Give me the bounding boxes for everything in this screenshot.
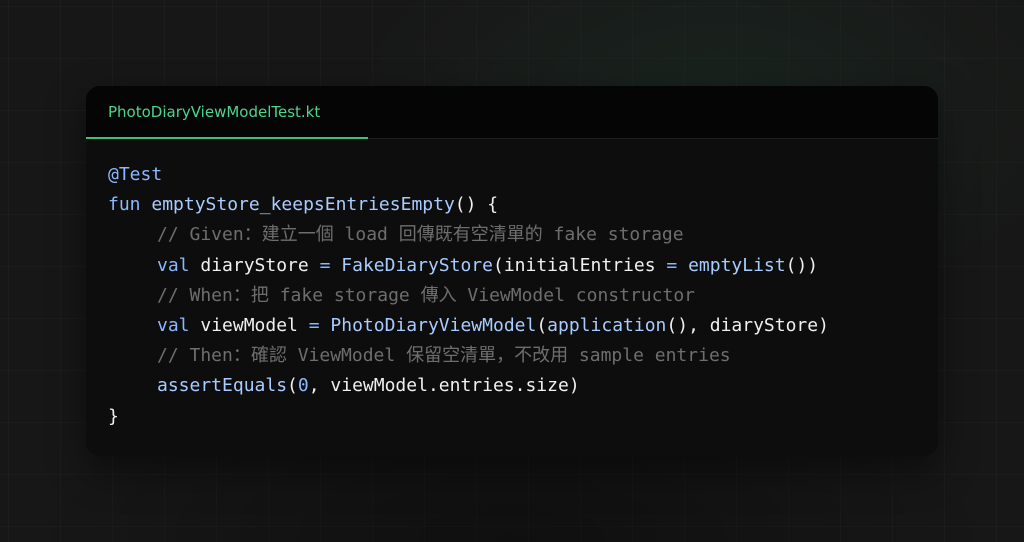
code-token-number: 0 [297,375,309,397]
code-line: @Test [108,160,829,190]
code-token-function: emptyStore_keepsEntriesEmpty [151,194,455,216]
code-token-plain: ( [536,314,548,336]
code-line: val diaryStore = FakeDiaryStore(initialE… [108,251,829,281]
code-line: // Then：確認 ViewModel 保留空清單，不改用 sample en… [108,341,829,371]
code-token-function: application [547,314,667,336]
code-token-annotation: @Test [108,164,163,185]
code-line: assertEquals(0, viewModel.entries.size) [108,371,829,401]
code-token-keyword: val [157,254,201,276]
code-token-plain: , viewModel.entries.size) [308,375,580,397]
code-token-function: PhotoDiaryViewModel [330,314,537,336]
code-token-plain: () { [454,194,499,216]
code-token-function: emptyList [688,254,786,276]
code-token-comment: // Given：建立一個 load 回傳既有空清單的 fake storage [157,224,684,246]
code-line: // Given：建立一個 load 回傳既有空清單的 fake storage [108,220,829,250]
code-token-plain: (initialEntries [492,254,667,276]
code-window: PhotoDiaryViewModelTest.kt @Test fun empt… [86,86,938,456]
code-token-keyword: val [157,314,201,336]
code-token-plain: viewModel [200,314,309,336]
code-block: @Test fun emptyStore_keepsEntriesEmpty() … [108,160,829,432]
code-line: // When：把 fake storage 傳入 ViewModel cons… [108,281,829,311]
code-token-keyword: fun [108,194,152,216]
code-token-function: assertEquals [157,375,288,397]
tab-bar: PhotoDiaryViewModelTest.kt [86,86,938,139]
code-token-comment: // Then：確認 ViewModel 保留空清單，不改用 sample en… [157,345,731,367]
code-token-plain: (), diaryStore) [666,314,829,336]
code-line: val viewModel = PhotoDiaryViewModel(appl… [108,311,829,341]
code-line: } [108,402,829,432]
code-token-plain: ()) [785,254,819,276]
code-token-comment: // When：把 fake storage 傳入 ViewModel cons… [157,284,695,306]
active-tab-indicator [86,137,368,139]
file-tab-label: PhotoDiaryViewModelTest.kt [108,103,321,121]
code-token-operator: = [308,314,331,336]
code-line: fun emptyStore_keepsEntriesEmpty() { [108,190,829,220]
file-tab[interactable]: PhotoDiaryViewModelTest.kt [86,86,368,138]
code-token-operator: = [319,254,342,276]
code-token-operator: = [666,254,689,276]
code-token-plain: } [108,405,119,427]
code-token-plain: diaryStore [200,254,320,276]
code-token-plain: ( [287,375,298,397]
code-token-function: FakeDiaryStore [341,254,493,276]
